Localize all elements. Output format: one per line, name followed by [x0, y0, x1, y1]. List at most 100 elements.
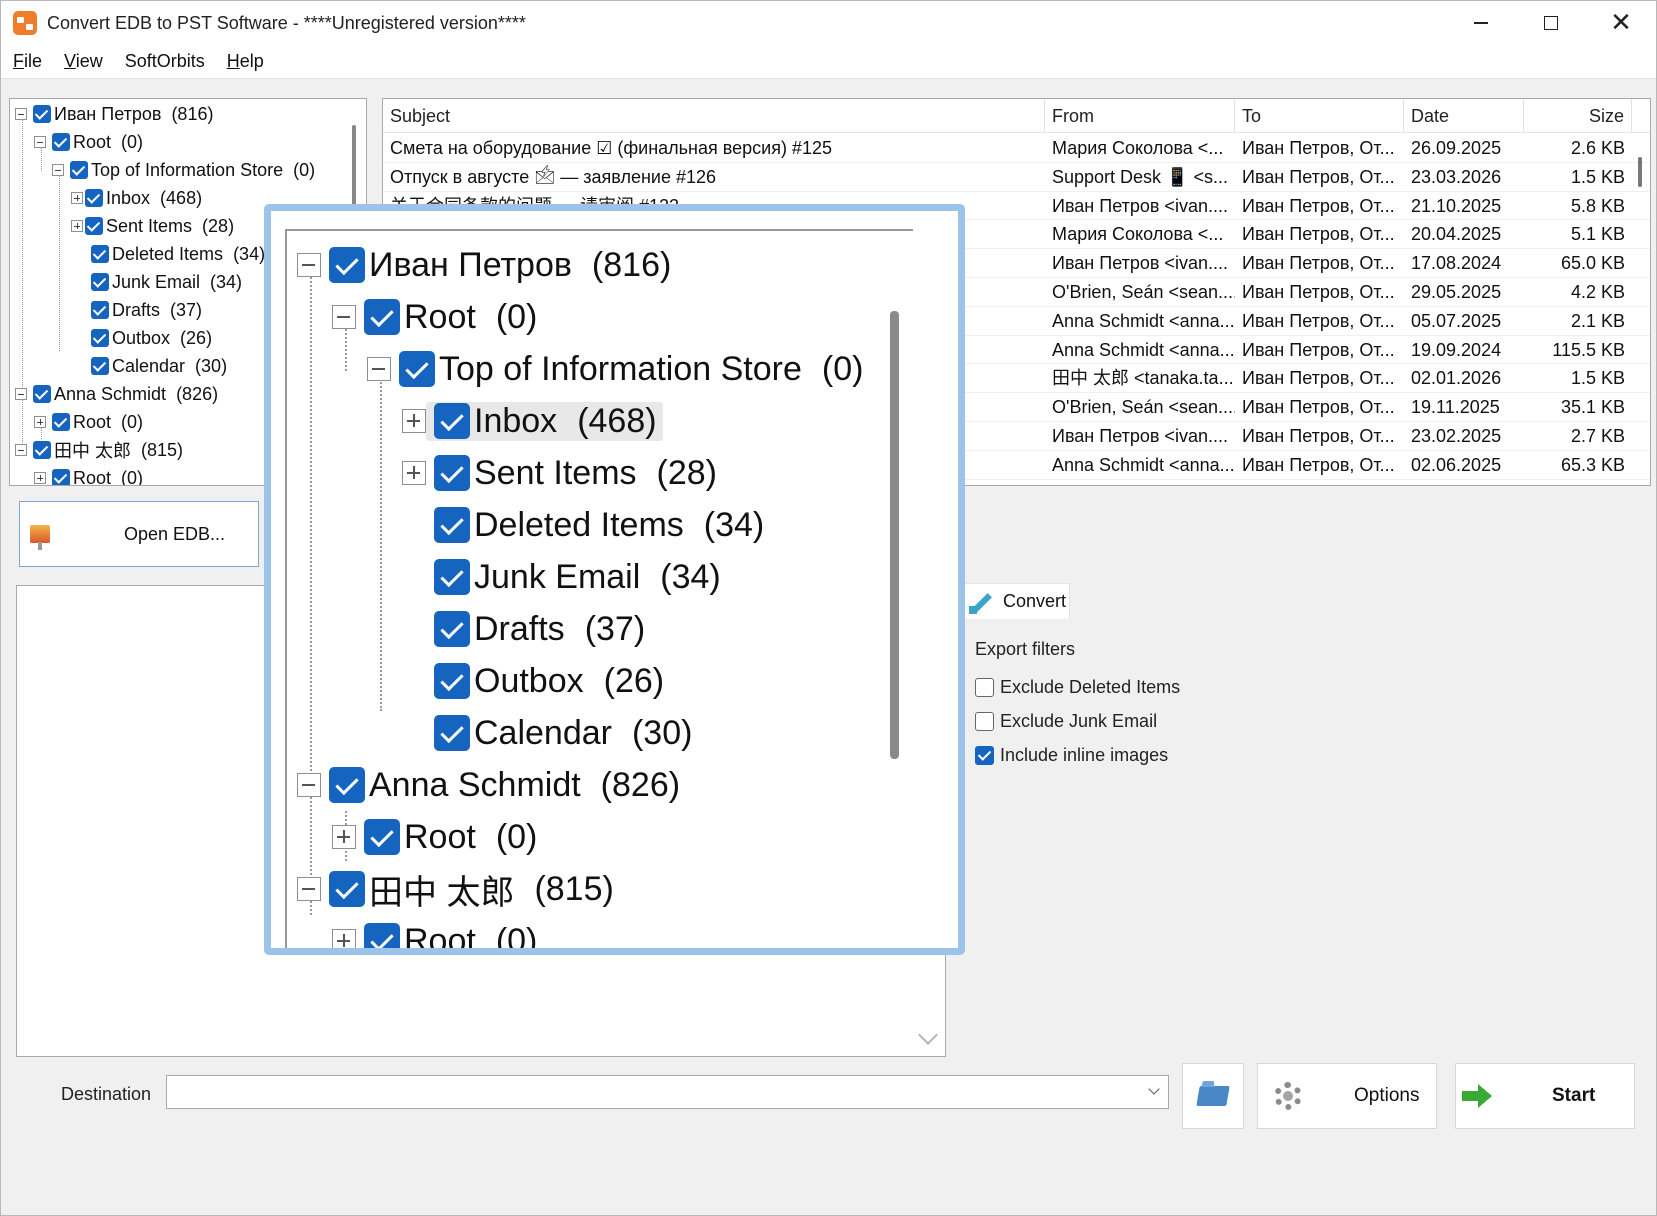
tree-item-label: Иван Петров	[54, 103, 162, 124]
checkbox-icon	[364, 819, 400, 855]
cell-from: Иван Петров <ivan....	[1052, 253, 1228, 274]
tree-item-mailbox-tanaka[interactable]: 田中 太郎 (815)	[15, 436, 183, 464]
zoom-item-mailbox-anna: Anna Schmidt (826)	[297, 759, 680, 811]
browse-folder-button[interactable]	[1182, 1063, 1244, 1129]
tree-item-inbox[interactable]: Inbox (468)	[71, 184, 202, 212]
checkbox-icon[interactable]	[91, 273, 109, 291]
inline-images-option[interactable]: Include inline images	[975, 745, 1168, 766]
menu-help[interactable]: Help	[227, 51, 264, 72]
checkbox-icon[interactable]	[52, 413, 70, 431]
collapse-icon[interactable]	[15, 388, 27, 400]
tree-item-count: (816)	[171, 103, 214, 124]
cell-size: 65.0 KB	[1560, 253, 1625, 274]
cell-to: Иван Петров, От...	[1242, 195, 1395, 216]
checkbox-icon[interactable]	[85, 189, 103, 207]
exclude-deleted-label: Exclude Deleted Items	[1000, 677, 1181, 697]
cell-date: 02.01.2026	[1411, 368, 1502, 389]
exclude-junk-checkbox[interactable]	[975, 712, 994, 731]
close-button[interactable]: ✕	[1586, 1, 1656, 45]
exclude-junk-option[interactable]: Exclude Junk Email	[975, 711, 1157, 732]
checkbox-icon	[364, 923, 400, 948]
cell-subject: Смета на оборудование ☑ (финальная верси…	[390, 138, 832, 158]
zoom-item-selection: Inbox (468)	[426, 401, 663, 441]
tree-item-mailbox-ivan[interactable]: Иван Петров (816)	[15, 100, 213, 128]
cell-from: Anna Schmidt <anna...	[1052, 339, 1235, 360]
table-row[interactable]: Смета на оборудование ☑ (финальная верси…	[383, 134, 1650, 163]
tree-item-label: 田中 太郎	[54, 441, 132, 461]
checkbox-icon[interactable]	[85, 217, 103, 235]
exclude-deleted-checkbox[interactable]	[975, 678, 994, 697]
collapse-icon	[297, 773, 321, 797]
export-filters-title: Export filters	[975, 639, 1076, 659]
tree-item-calendar[interactable]: Calendar (30)	[85, 352, 227, 380]
zoom-item-label: Top of Information Store	[439, 349, 802, 388]
cell-size: 4.2 KB	[1570, 282, 1625, 302]
tab-convert[interactable]: Convert	[964, 583, 1070, 619]
minimize-button[interactable]	[1446, 1, 1516, 45]
expand-icon[interactable]	[34, 416, 46, 428]
zoom-item-count: (0)	[495, 817, 538, 856]
tree-item-count: (28)	[202, 215, 235, 236]
checkbox-icon[interactable]	[52, 133, 70, 151]
zoom-item-count: (34)	[703, 505, 765, 544]
collapse-icon[interactable]	[15, 444, 27, 456]
collapse-icon[interactable]	[34, 136, 46, 148]
cell-size: 1.5 KB	[1570, 368, 1625, 389]
checkbox-icon[interactable]	[91, 357, 109, 375]
chevron-down-icon[interactable]	[1148, 1083, 1160, 1095]
collapse-icon[interactable]	[52, 164, 64, 176]
checkbox-icon[interactable]	[70, 161, 88, 179]
tree-item-label: Root	[73, 411, 112, 432]
tree-item-mailbox-anna[interactable]: Anna Schmidt (826)	[15, 380, 218, 408]
checkbox-icon[interactable]	[91, 301, 109, 319]
list-scrollbar[interactable]	[1638, 157, 1642, 187]
start-label: Start	[1552, 1085, 1596, 1106]
checkbox-icon[interactable]	[91, 245, 109, 263]
chevron-down-icon[interactable]	[918, 1025, 938, 1045]
checkbox-icon	[434, 455, 470, 491]
destination-combobox[interactable]	[166, 1075, 1169, 1109]
tree-item-count: (30)	[195, 355, 228, 376]
tree-item-sent[interactable]: Sent Items (28)	[71, 212, 234, 240]
menu-file[interactable]: File	[13, 51, 42, 72]
table-row[interactable]: Отпуск в августе 🖄 — заявление #126 Suppo…	[383, 163, 1650, 192]
checkbox-icon[interactable]	[91, 329, 109, 347]
maximize-button[interactable]	[1516, 1, 1586, 45]
column-size[interactable]: Size	[1524, 99, 1632, 133]
app-window: Convert EDB to PST Software - ****Unregi…	[0, 0, 1657, 1216]
tree-item-root[interactable]: Root (0)	[34, 408, 143, 436]
tree-item-root[interactable]: Root (0)	[34, 128, 143, 156]
checkbox-icon[interactable]	[33, 105, 51, 123]
collapse-icon[interactable]	[15, 108, 27, 120]
expand-icon[interactable]	[71, 220, 83, 232]
open-edb-button[interactable]: Open EDB...	[19, 501, 259, 567]
inline-images-checkbox[interactable]	[975, 746, 994, 765]
zoom-item-count: (28)	[656, 453, 717, 492]
checkbox-icon[interactable]	[33, 441, 51, 459]
expand-icon[interactable]	[71, 192, 83, 204]
expand-icon[interactable]	[34, 472, 46, 484]
menu-softorbits[interactable]: SoftOrbits	[125, 51, 205, 72]
tree-item-root[interactable]: Root (0)	[34, 464, 143, 485]
tree-item-junk[interactable]: Junk Email (34)	[85, 268, 242, 296]
column-to[interactable]: To	[1235, 99, 1404, 133]
checkbox-icon[interactable]	[52, 469, 70, 485]
tree-item-deleted[interactable]: Deleted Items (34)	[85, 240, 265, 268]
tree-item-top-of-store[interactable]: Top of Information Store (0)	[52, 156, 315, 184]
exclude-deleted-option[interactable]: Exclude Deleted Items	[975, 677, 1180, 698]
checkbox-icon[interactable]	[33, 385, 51, 403]
cell-date: 23.02.2025	[1411, 426, 1502, 446]
menu-softorbits-label: SoftOrbits	[124, 51, 205, 71]
options-button[interactable]: Options	[1257, 1063, 1437, 1129]
column-subject[interactable]: Subject	[383, 99, 1045, 133]
column-from[interactable]: From	[1045, 99, 1235, 133]
start-button[interactable]: Start	[1455, 1063, 1635, 1129]
zoom-item-inbox: Inbox (468)	[402, 395, 663, 447]
menu-view[interactable]: View	[64, 51, 103, 72]
menu-help-mnemonic: H	[226, 51, 240, 71]
column-date[interactable]: Date	[1404, 99, 1524, 133]
tree-item-outbox[interactable]: Outbox (26)	[85, 324, 212, 352]
cell-date: 23.03.2026	[1411, 166, 1502, 187]
tree-item-drafts[interactable]: Drafts (37)	[85, 296, 202, 324]
cell-size: 5.1 KB	[1570, 224, 1625, 245]
